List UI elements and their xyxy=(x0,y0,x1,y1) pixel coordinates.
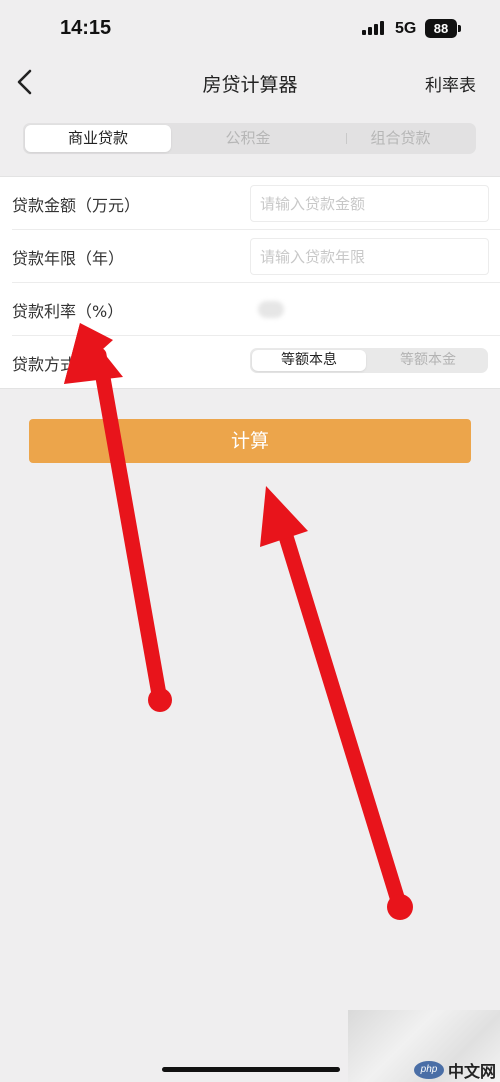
home-indicator xyxy=(162,1067,340,1072)
watermark-badge: php 中文网 xyxy=(414,1060,497,1081)
watermark-text: 中文网 xyxy=(448,1062,497,1081)
php-logo: php xyxy=(414,1061,444,1079)
arrow-annotation-calculate xyxy=(260,486,413,920)
arrow-annotation-rate xyxy=(64,323,172,712)
annotation-arrows xyxy=(64,323,413,920)
watermark: php 中文网 xyxy=(348,1010,500,1082)
